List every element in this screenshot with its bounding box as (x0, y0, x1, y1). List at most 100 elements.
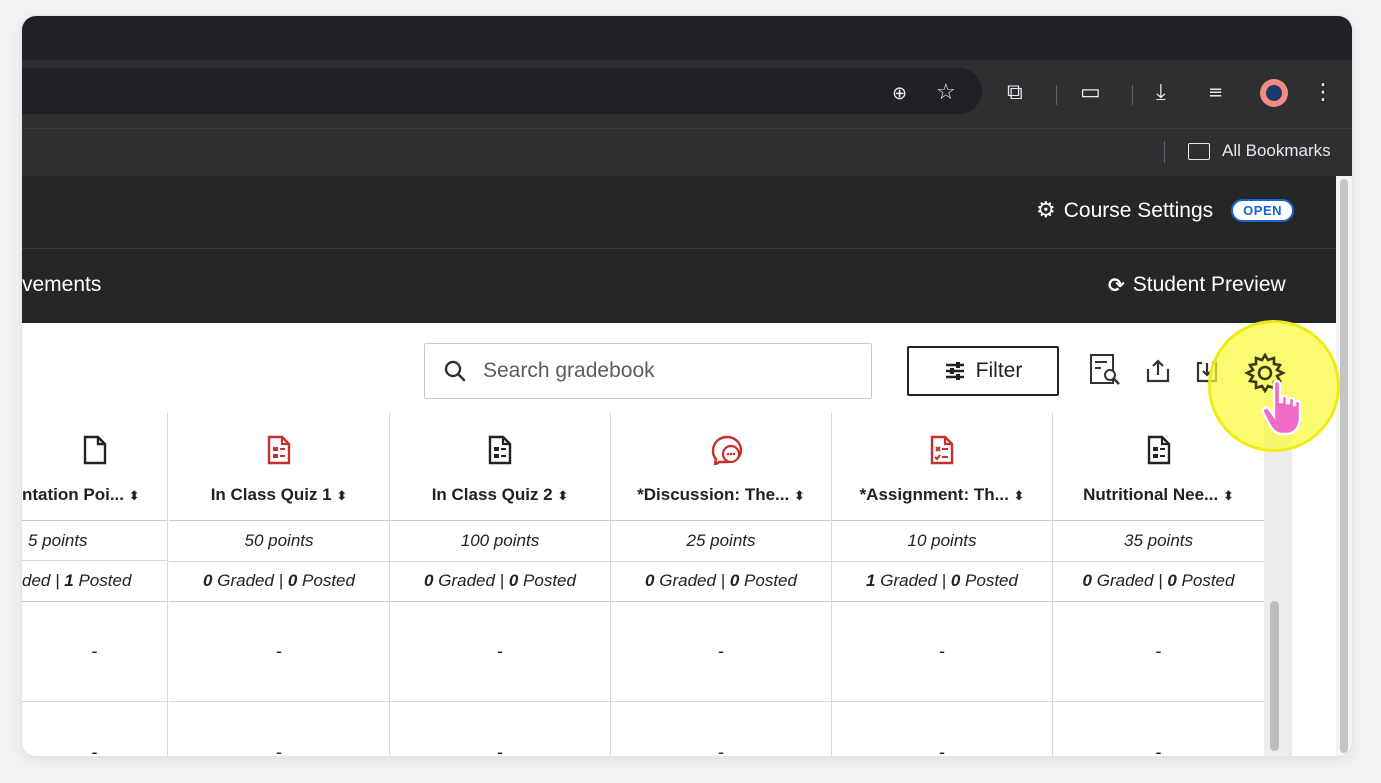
bookmark-star-icon[interactable]: ☆ (936, 81, 956, 105)
column-title[interactable]: In Class Quiz 1 ⬍ (169, 485, 389, 505)
browser-toolbar: ⊕ ☆ ⧉ ▭ ⤓ ≡ ⋮ (22, 60, 1352, 128)
course-nav: vements ⟳ Student Preview (22, 249, 1336, 323)
sort-icon[interactable]: ⬍ (336, 489, 347, 504)
browser-window: ⊕ ☆ ⧉ ▭ ⤓ ≡ ⋮ All Bookmarks ⚙ Course Set… (22, 16, 1352, 756)
sort-icon[interactable]: ⬍ (1014, 489, 1025, 504)
course-settings-button[interactable]: ⚙ Course Settings OPEN (1036, 198, 1294, 223)
zoom-icon[interactable]: ⊕ (892, 82, 907, 106)
student-preview-button[interactable]: ⟳ Student Preview (1108, 273, 1286, 297)
column-header[interactable]: *Assignment: Th... ⬍ (832, 413, 1052, 521)
filter-button[interactable]: Filter (907, 346, 1059, 396)
hand-cursor-icon (1261, 379, 1302, 436)
points-cell: 50 points (169, 521, 389, 562)
status-cell: 0 Graded | 0 Posted (1053, 561, 1264, 602)
grade-cell[interactable]: - (169, 702, 389, 756)
points-cell: 5 points (22, 521, 167, 561)
graded-label: Graded (217, 571, 274, 590)
filter-label: Filter (975, 359, 1023, 382)
search-box[interactable] (424, 343, 872, 399)
posted-count: 0 (287, 571, 298, 590)
grade-cell[interactable]: - (832, 601, 1052, 702)
column-header[interactable]: *Discussion: The... ⬍ (611, 413, 831, 521)
status-cell: 0 Graded | 0 Posted (390, 561, 610, 602)
download-icon[interactable]: ⤓ (1156, 81, 1166, 105)
course-header: ⚙ Course Settings OPEN (22, 176, 1336, 249)
grade-cell[interactable]: - (390, 702, 610, 756)
status-separator: | (720, 571, 726, 590)
quiz-icon (488, 435, 512, 465)
posted-count: 0 (1167, 571, 1177, 590)
column-title-text: In Class Quiz 2 (431, 485, 553, 504)
graded-label: Graded (659, 571, 716, 590)
posted-label: Posted (1181, 571, 1235, 590)
grade-cell[interactable]: - (1053, 702, 1264, 756)
status-separator: | (278, 571, 284, 590)
column-title[interactable]: In Class Quiz 2 ⬍ (390, 485, 610, 505)
discussion-icon (709, 435, 743, 468)
all-bookmarks-link[interactable]: All Bookmarks (1222, 141, 1331, 161)
posted-label: Posted (523, 571, 576, 590)
extensions-icon[interactable]: ⧉ (1007, 81, 1023, 105)
document-icon (83, 435, 107, 465)
graded-count: 0 (645, 571, 655, 590)
export-icon[interactable] (1144, 357, 1172, 385)
grade-cell[interactable]: - (390, 601, 610, 702)
column-title[interactable]: *Discussion: The... ⬍ (611, 485, 831, 505)
media-control-icon[interactable]: ≡ (1208, 81, 1223, 105)
column-header[interactable]: In Class Quiz 1 ⬍ (169, 413, 389, 521)
nav-tab-achievements[interactable]: vements (22, 273, 101, 297)
folder-icon (1188, 143, 1210, 160)
column-title-text: *Discussion: The... (637, 485, 790, 504)
column-title[interactable]: Nutritional Nee... ⬍ (1053, 485, 1264, 505)
profile-avatar[interactable] (1260, 79, 1288, 107)
column-title-text: *Assignment: Th... (859, 485, 1009, 504)
graded-count: 1 (866, 571, 876, 590)
column-header[interactable]: ntation Poi... ⬍ (22, 413, 167, 521)
status-cell: ded | 1 Posted (22, 561, 167, 602)
grade-cell[interactable]: - (832, 702, 1052, 756)
status-separator: | (1158, 571, 1163, 590)
page-scrollbar-thumb[interactable] (1340, 179, 1348, 753)
graded-label: Graded (438, 571, 495, 590)
grade-cell[interactable]: - (22, 702, 167, 756)
graded-count: 0 (1082, 571, 1092, 590)
posted-label: Posted (302, 571, 355, 590)
browser-menu-icon[interactable]: ⋮ (1312, 81, 1334, 105)
column-title[interactable]: *Assignment: Th... ⬍ (832, 485, 1052, 505)
status-separator: | (941, 571, 947, 590)
gradebook-toolbar: Filter (22, 323, 1336, 413)
sort-icon[interactable]: ⬍ (557, 489, 568, 504)
grade-cell[interactable]: - (611, 601, 831, 702)
column-title[interactable]: ntation Poi... ⬍ (22, 485, 167, 505)
grade-cell[interactable]: - (1053, 601, 1264, 702)
sort-icon[interactable]: ⬍ (1223, 489, 1234, 504)
view-report-icon[interactable] (1089, 353, 1121, 387)
graded-label: Graded (1096, 571, 1154, 590)
column-title-text: ntation Poi... (22, 485, 124, 504)
points-cell: 100 points (390, 521, 610, 562)
grade-cell[interactable]: - (611, 702, 831, 756)
grade-cell[interactable]: - (22, 601, 167, 702)
grade-cell[interactable]: - (169, 601, 389, 702)
posted-label: Posted (744, 571, 797, 590)
sort-icon[interactable]: ⬍ (129, 489, 140, 504)
graded-count: 0 (424, 571, 434, 590)
grid-scrollbar[interactable] (1270, 601, 1279, 751)
bookmarks-bar: All Bookmarks (22, 128, 1352, 177)
gear-icon: ⚙ (1036, 198, 1056, 223)
tab-search-icon[interactable]: ▭ (1080, 81, 1101, 105)
graded-count: 0 (203, 571, 213, 590)
status-badge: OPEN (1231, 199, 1294, 222)
posted-label: Posted (965, 571, 1018, 590)
posted-count: 0 (729, 571, 740, 590)
address-bar[interactable] (22, 68, 982, 114)
grade-column: Nutritional Nee... ⬍ 35 points 0 Graded | … (1053, 413, 1265, 756)
points-cell: 35 points (1053, 521, 1264, 562)
graded-label: Graded (880, 571, 937, 590)
posted-count: 0 (508, 571, 519, 590)
sort-icon[interactable]: ⬍ (794, 489, 805, 504)
posted-count: 1 (64, 571, 74, 590)
course-settings-label: Course Settings (1063, 198, 1214, 222)
column-header[interactable]: In Class Quiz 2 ⬍ (390, 413, 610, 521)
search-input[interactable] (481, 358, 845, 384)
